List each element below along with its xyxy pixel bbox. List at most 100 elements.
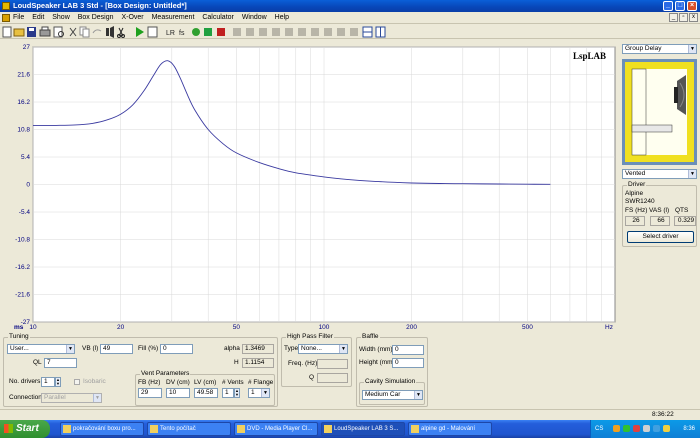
task-label: alpine gd - Malování xyxy=(421,426,476,432)
task-browser[interactable]: pokračování boxu pro... xyxy=(60,422,144,436)
flange-select[interactable]: 1 ▼ xyxy=(248,388,270,398)
print-icon[interactable] xyxy=(39,26,51,37)
fs-icon[interactable]: fs xyxy=(179,30,185,37)
drivers-input[interactable]: 1 xyxy=(41,377,55,387)
vb-input[interactable]: 49 xyxy=(100,344,133,354)
cut-icon[interactable] xyxy=(69,27,77,37)
hpf-type-select[interactable]: None... ▼ xyxy=(298,344,348,354)
baffle-width-input[interactable]: 0 xyxy=(392,345,424,355)
lr-icon[interactable]: LR xyxy=(166,30,175,37)
minimize-button[interactable]: _ xyxy=(663,1,673,11)
isobaric-checkbox[interactable] xyxy=(74,379,80,385)
task-loudspeaker-lab[interactable]: LoudSpeaker LAB 3 S... xyxy=(321,422,405,436)
mdi-close-button[interactable]: x xyxy=(689,13,698,22)
save-icon[interactable] xyxy=(27,27,36,37)
y-tick-label: 27 xyxy=(23,44,31,51)
box-type-select[interactable]: Vented ▼ xyxy=(622,169,697,179)
connection-label: Connection xyxy=(9,394,42,401)
green-circle-icon[interactable] xyxy=(192,28,200,36)
paint-icon xyxy=(411,425,419,433)
computer-icon xyxy=(150,425,158,433)
menu-x-over[interactable]: X-Over xyxy=(121,14,143,21)
menu-measurement[interactable]: Measurement xyxy=(152,14,195,21)
view-icon[interactable] xyxy=(147,26,158,38)
green-square-icon[interactable] xyxy=(204,28,212,36)
tray-icon-2[interactable] xyxy=(623,425,630,432)
maximize-button[interactable]: □ xyxy=(675,1,685,11)
x-tick-labels: 10 20 50 100 200 500 xyxy=(29,324,533,331)
tray-icon-3[interactable] xyxy=(633,425,640,432)
baffle-height-input[interactable]: 0 xyxy=(392,358,424,368)
driver-group: Driver Alpine SWR1240 FS (Hz) VAS (l) QT… xyxy=(622,181,697,247)
window-title-bar[interactable]: LoudSpeaker LAB 3 Std - [Box Design: Unt… xyxy=(0,0,700,12)
tuning-label: Tuning xyxy=(8,333,30,340)
svg-text:LR: LR xyxy=(166,30,175,37)
ql-input[interactable]: 7 xyxy=(44,358,77,368)
tray-icon-4[interactable] xyxy=(643,425,650,432)
menu-show[interactable]: Show xyxy=(52,14,70,21)
ql-label: QL xyxy=(33,359,42,366)
view-select-value: Group Delay xyxy=(625,45,662,52)
menu-box-design[interactable]: Box Design xyxy=(78,14,114,21)
select-driver-button[interactable]: Select driver xyxy=(627,231,694,243)
print-preview-icon[interactable] xyxy=(53,26,64,38)
cavity-select[interactable]: Medium Car ▼ xyxy=(362,390,423,400)
task-media-player[interactable]: DVD - Media Player Cl... xyxy=(234,422,318,436)
lv-input[interactable]: 49.58 xyxy=(194,388,218,398)
hpf-q-input[interactable] xyxy=(317,373,348,383)
menu-window[interactable]: Window xyxy=(242,14,267,21)
task-label: DVD - Media Player Cl... xyxy=(247,426,313,432)
scissors-icon[interactable] xyxy=(117,27,125,38)
run-icon[interactable] xyxy=(136,27,144,37)
drivers-spinner[interactable]: ▲ ▼ xyxy=(55,377,61,387)
plot-panel: 27 21.6 16.2 10.8 5.4 0 -5.4 -10.8 -16.2 -21.6 -27… xyxy=(0,41,620,331)
task-label: pokračování boxu pro... xyxy=(73,426,136,432)
driver-model: SWR1240 xyxy=(625,198,655,205)
new-file-icon[interactable] xyxy=(2,26,12,38)
tray-icon-6[interactable] xyxy=(663,425,670,432)
menu-file[interactable]: File xyxy=(13,14,24,21)
task-my-computer[interactable]: Tento počítač xyxy=(147,422,231,436)
fill-label: Fill (%) xyxy=(138,345,159,352)
high-pass-filter-group: High Pass Filter Type None... ▼ Freq. (Hz… xyxy=(281,333,352,387)
dv-input[interactable]: 10 xyxy=(166,388,190,398)
group-delay-chart[interactable]: 2721.616.210.85.40-5.4-10.8-16.2-21.6-27… xyxy=(0,41,620,331)
undo-icon[interactable] xyxy=(92,29,102,34)
tray-icon-1[interactable] xyxy=(613,425,620,432)
h-label: H xyxy=(234,359,239,366)
hpf-freq-input[interactable] xyxy=(317,359,348,369)
fill-input[interactable]: 0 xyxy=(160,344,193,354)
start-button[interactable]: Start xyxy=(0,420,50,438)
mdi-minimize-button[interactable]: _ xyxy=(669,13,678,22)
tile-horizontal-icon[interactable] xyxy=(362,26,373,38)
menu-calculator[interactable]: Calculator xyxy=(202,14,234,21)
close-button[interactable]: × xyxy=(687,1,697,11)
mdi-restore-button[interactable]: ▫ xyxy=(679,13,688,22)
connection-select[interactable]: Parallel ▼ xyxy=(41,393,102,403)
disabled-tool-icons xyxy=(233,28,358,36)
nvents-spinner[interactable]: ▲ ▼ xyxy=(234,388,240,398)
language-indicator[interactable]: CS xyxy=(595,420,603,438)
document-icon[interactable] xyxy=(2,14,10,22)
red-square-icon[interactable] xyxy=(217,28,225,36)
view-select[interactable]: Group Delay ▼ xyxy=(622,44,697,54)
open-folder-icon[interactable] xyxy=(13,28,25,37)
app-icon xyxy=(2,2,10,10)
task-paint[interactable]: alpine gd - Malování xyxy=(408,422,492,436)
volume-icon[interactable] xyxy=(653,425,660,432)
copy-icon[interactable] xyxy=(79,26,90,38)
tile-vertical-icon[interactable] xyxy=(375,26,386,38)
driver-icon[interactable] xyxy=(106,26,114,38)
tuning-preset-select[interactable]: User... ▼ xyxy=(7,344,75,354)
fs-value: 26 xyxy=(625,216,645,226)
baffle-label: Baffle xyxy=(361,333,380,340)
y-unit-label: ms xyxy=(14,324,24,331)
start-label: Start xyxy=(16,423,39,434)
menu-edit[interactable]: Edit xyxy=(32,14,44,21)
baffle-height-label: Height (mm) xyxy=(359,359,395,366)
fb-input[interactable]: 29 xyxy=(138,388,162,398)
chevron-down-icon: ▼ xyxy=(66,345,74,353)
box-diagram xyxy=(622,59,697,165)
menu-help[interactable]: Help xyxy=(275,14,289,21)
nvents-input[interactable]: 1 xyxy=(222,388,234,398)
